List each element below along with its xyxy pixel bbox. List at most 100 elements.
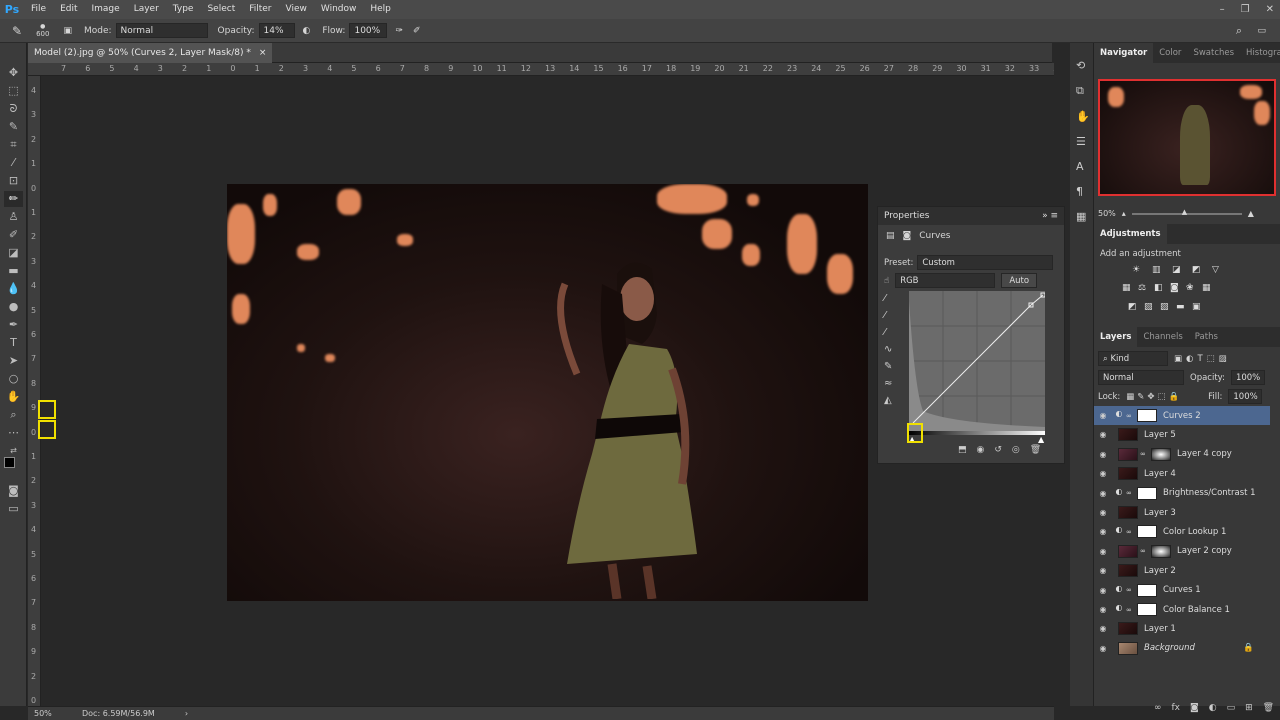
delete-icon[interactable]: 🗑 xyxy=(1030,445,1041,455)
mask-icon[interactable]: ◙ xyxy=(903,231,912,241)
curve-point-icon[interactable]: ∿ xyxy=(884,344,892,355)
white-slider-icon[interactable]: ▲ xyxy=(1038,435,1044,444)
search-icon[interactable]: ⌕ xyxy=(1236,24,1242,38)
layer-row[interactable]: ◉ Layer 2 xyxy=(1094,561,1270,580)
color-lookup-icon[interactable]: ▦ xyxy=(1202,283,1218,293)
gradient-tool-icon[interactable]: ▬ xyxy=(4,263,23,279)
new-adjustment-icon[interactable]: ◐ xyxy=(1209,703,1217,713)
add-mask-icon[interactable]: ◙ xyxy=(1190,703,1199,713)
eye-icon[interactable]: ◉ xyxy=(1094,411,1112,420)
pencil-draw-icon[interactable]: ✎ xyxy=(884,361,892,372)
auto-button[interactable]: Auto xyxy=(1001,273,1038,288)
gradient-map-icon[interactable]: ▬ xyxy=(1176,302,1192,312)
layer-thumbnail[interactable] xyxy=(1118,467,1138,481)
eye-icon[interactable]: ◉ xyxy=(1094,450,1112,459)
layer-row[interactable]: ◉ Layer 3 xyxy=(1094,503,1270,522)
tool-presets-icon[interactable]: ✋ xyxy=(1076,110,1090,123)
workspace-icon[interactable]: ▭ xyxy=(1257,26,1266,36)
menu-image[interactable]: Image xyxy=(85,0,127,19)
maximize-icon[interactable]: ❐ xyxy=(1241,4,1250,15)
white-point-eyedropper-icon[interactable]: ⁄ xyxy=(884,327,892,338)
link-icon[interactable]: ∞ xyxy=(1140,450,1148,458)
view-previous-icon[interactable]: ◉ xyxy=(977,445,985,455)
channel-select[interactable]: RGB xyxy=(895,273,996,288)
layer-thumbnail[interactable] xyxy=(1118,622,1138,636)
menu-window[interactable]: Window xyxy=(314,0,364,19)
close-icon[interactable]: ✕ xyxy=(1266,4,1274,15)
layer-mask-thumbnail[interactable] xyxy=(1137,525,1157,539)
tab-color[interactable]: Color xyxy=(1153,43,1187,63)
history-brush-tool-icon[interactable]: ✐ xyxy=(4,227,23,243)
eye-icon[interactable]: ◉ xyxy=(1094,430,1112,439)
layer-mask-thumbnail[interactable] xyxy=(1137,486,1157,500)
eye-icon[interactable]: ◉ xyxy=(1094,469,1112,478)
black-point-eyedropper-icon[interactable]: ⁄ xyxy=(884,293,892,304)
brightness-icon[interactable]: ☀ xyxy=(1132,265,1148,275)
layer-thumbnail[interactable] xyxy=(1118,544,1138,558)
layer-row[interactable]: ◉ ◐ ∞ Curves 1 xyxy=(1094,581,1270,600)
flow-field[interactable]: 100% xyxy=(349,23,388,38)
layer-row[interactable]: ◉ ◐ ∞ Curves 2 xyxy=(1094,406,1270,425)
invert-icon[interactable]: ◩ xyxy=(1128,302,1144,312)
tab-adjustments[interactable]: Adjustments xyxy=(1094,224,1167,244)
layer-row[interactable]: ◉ Layer 5 xyxy=(1094,425,1270,444)
pressure-opacity-icon[interactable]: ◐ xyxy=(303,26,311,36)
new-layer-icon[interactable]: ⊞ xyxy=(1245,703,1253,713)
link-icon[interactable]: ∞ xyxy=(1126,489,1134,497)
layer-style-icon[interactable]: fx xyxy=(1172,703,1181,713)
eye-icon[interactable]: ◉ xyxy=(1094,605,1112,614)
screen-mode-icon[interactable]: ▭ xyxy=(4,501,23,517)
clip-to-layer-icon[interactable]: ⬒ xyxy=(958,445,967,455)
mode-select[interactable]: Normal xyxy=(115,23,208,38)
delete-layer-icon[interactable]: 🗑 xyxy=(1263,703,1274,713)
tab-paths[interactable]: Paths xyxy=(1189,327,1224,347)
layer-row[interactable]: ◉ ◐ ∞ Brightness/Contrast 1 xyxy=(1094,484,1270,503)
tab-layers[interactable]: Layers xyxy=(1094,327,1138,347)
eyedropper-tool-icon[interactable]: ⁄ xyxy=(4,155,23,171)
menu-type[interactable]: Type xyxy=(166,0,201,19)
quick-select-tool-icon[interactable]: ✎ xyxy=(4,119,23,135)
lock-icons[interactable]: ▦✎✥⬚🔒 xyxy=(1126,392,1182,402)
preset-select[interactable]: Custom xyxy=(917,255,1054,270)
tab-swatches[interactable]: Swatches xyxy=(1187,43,1240,63)
menu-file[interactable]: File xyxy=(24,0,53,19)
minimize-icon[interactable]: – xyxy=(1220,4,1225,15)
vibrance-icon[interactable]: ▽ xyxy=(1212,265,1228,275)
blur-tool-icon[interactable]: 💧 xyxy=(4,281,23,297)
dodge-tool-icon[interactable]: ● xyxy=(4,299,23,315)
reset-icon[interactable]: ↺ xyxy=(994,445,1002,455)
tab-channels[interactable]: Channels xyxy=(1137,327,1188,347)
layer-thumbnail[interactable] xyxy=(1118,564,1138,578)
eraser-tool-icon[interactable]: ◪ xyxy=(4,245,23,261)
new-group-icon[interactable]: ▭ xyxy=(1227,703,1236,713)
fill-field[interactable]: 100% xyxy=(1228,389,1263,404)
tab-navigator[interactable]: Navigator xyxy=(1094,43,1154,63)
zoom-slider[interactable]: ▲ xyxy=(1131,208,1242,216)
layer-filter-select[interactable]: ⌕ Kind xyxy=(1098,351,1168,366)
layer-thumbnail[interactable] xyxy=(1118,506,1138,519)
link-icon[interactable]: ∞ xyxy=(1126,412,1134,420)
link-icon[interactable]: ∞ xyxy=(1126,586,1134,594)
tab-histogram[interactable]: Histogram xyxy=(1240,43,1280,63)
type-tool-icon[interactable]: T xyxy=(4,335,23,351)
layer-thumbnail[interactable] xyxy=(1118,428,1138,442)
target-adjust-icon[interactable]: ☝ xyxy=(884,276,889,286)
selective-color-icon[interactable]: ▣ xyxy=(1192,302,1208,312)
airbrush-icon[interactable]: ✑ xyxy=(395,26,403,36)
smooth-icon[interactable]: ≈ xyxy=(884,378,892,389)
menu-edit[interactable]: Edit xyxy=(53,0,84,19)
layer-mask-thumbnail[interactable] xyxy=(1151,447,1171,461)
eye-icon[interactable]: ◉ xyxy=(1094,624,1112,633)
layer-row[interactable]: ◉ ◐ ∞ Color Lookup 1 xyxy=(1094,522,1270,541)
eye-icon[interactable]: ◉ xyxy=(1094,527,1112,536)
layer-row[interactable]: ◉ Background 🔒 xyxy=(1094,639,1270,658)
document-tab[interactable]: Model (2).jpg @ 50% (Curves 2, Layer Mas… xyxy=(28,43,273,63)
filter-icons[interactable]: ▣◐T⬚▨ xyxy=(1174,354,1231,364)
status-menu-icon[interactable]: › xyxy=(185,709,188,718)
clone-stamp-tool-icon[interactable]: ♙ xyxy=(4,209,23,225)
navigator-zoom[interactable]: 50% xyxy=(1098,209,1116,218)
brush-settings-icon[interactable]: ▦ xyxy=(1076,210,1090,223)
quick-mask-icon[interactable]: ◙ xyxy=(4,483,23,499)
eye-icon[interactable]: ◉ xyxy=(1094,644,1112,653)
layer-mask-thumbnail[interactable] xyxy=(1137,603,1157,616)
